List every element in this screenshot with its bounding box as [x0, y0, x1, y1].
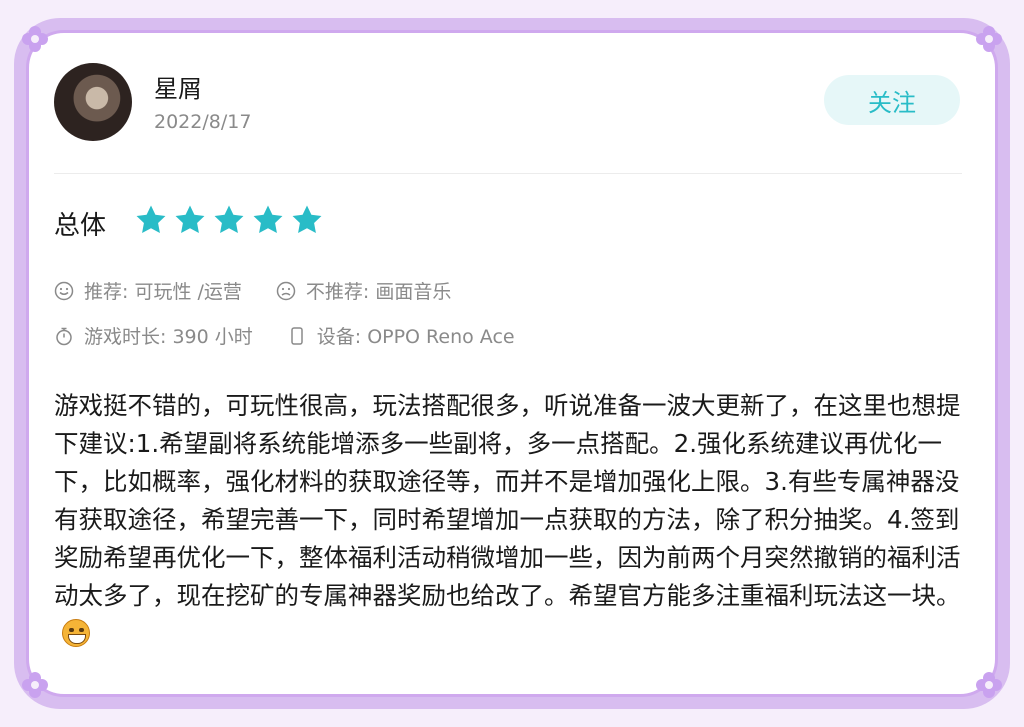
flower-icon	[22, 26, 48, 52]
not-recommend-text: 不推荐: 画面音乐	[305, 281, 452, 303]
rating-label: 总体	[54, 211, 107, 241]
star-icon	[214, 205, 244, 234]
smile-icon	[54, 281, 74, 300]
recommend-text: 推荐: 可玩性 /运营	[84, 281, 242, 303]
review-body: 游戏挺不错的，可玩性很高，玩法搭配很多，听说准备一波大更新了，在这里也想提下建议…	[54, 387, 966, 653]
device-text: 设备: OPPO Reno Ace	[316, 326, 515, 348]
review-card: 星屑 2022/8/17 关注 总体 推荐: 可玩性 /运营 不推荐: 画面音乐	[54, 55, 964, 695]
flower-icon	[976, 672, 1002, 698]
follow-button[interactable]: 关注	[824, 75, 960, 125]
grinning-emoji-icon	[62, 619, 90, 647]
username[interactable]: 星屑	[154, 69, 202, 104]
star-rating	[134, 203, 324, 237]
post-date: 2022/8/17	[154, 111, 252, 133]
star-icon	[253, 205, 283, 234]
avatar[interactable]	[54, 63, 132, 141]
flower-icon	[976, 26, 1002, 52]
phone-icon	[291, 326, 303, 345]
divider	[54, 173, 962, 174]
star-icon	[175, 205, 205, 234]
not-recommend-item: 不推荐: 画面音乐	[276, 277, 451, 304]
recommend-row: 推荐: 可玩性 /运营 不推荐: 画面音乐	[54, 277, 485, 304]
info-row: 游戏时长: 390 小时 设备: OPPO Reno Ace	[54, 322, 549, 349]
flower-icon	[22, 672, 48, 698]
recommend-item: 推荐: 可玩性 /运营	[54, 277, 242, 304]
frown-icon	[276, 281, 296, 300]
star-icon	[292, 205, 322, 234]
star-icon	[136, 205, 166, 234]
play-time-item: 游戏时长: 390 小时	[54, 322, 253, 349]
play-time-text: 游戏时长: 390 小时	[84, 326, 253, 348]
stopwatch-icon	[56, 327, 72, 345]
device-item: 设备: OPPO Reno Ace	[287, 322, 515, 349]
review-text: 游戏挺不错的，可玩性很高，玩法搭配很多，听说准备一波大更新了，在这里也想提下建议…	[54, 391, 961, 610]
